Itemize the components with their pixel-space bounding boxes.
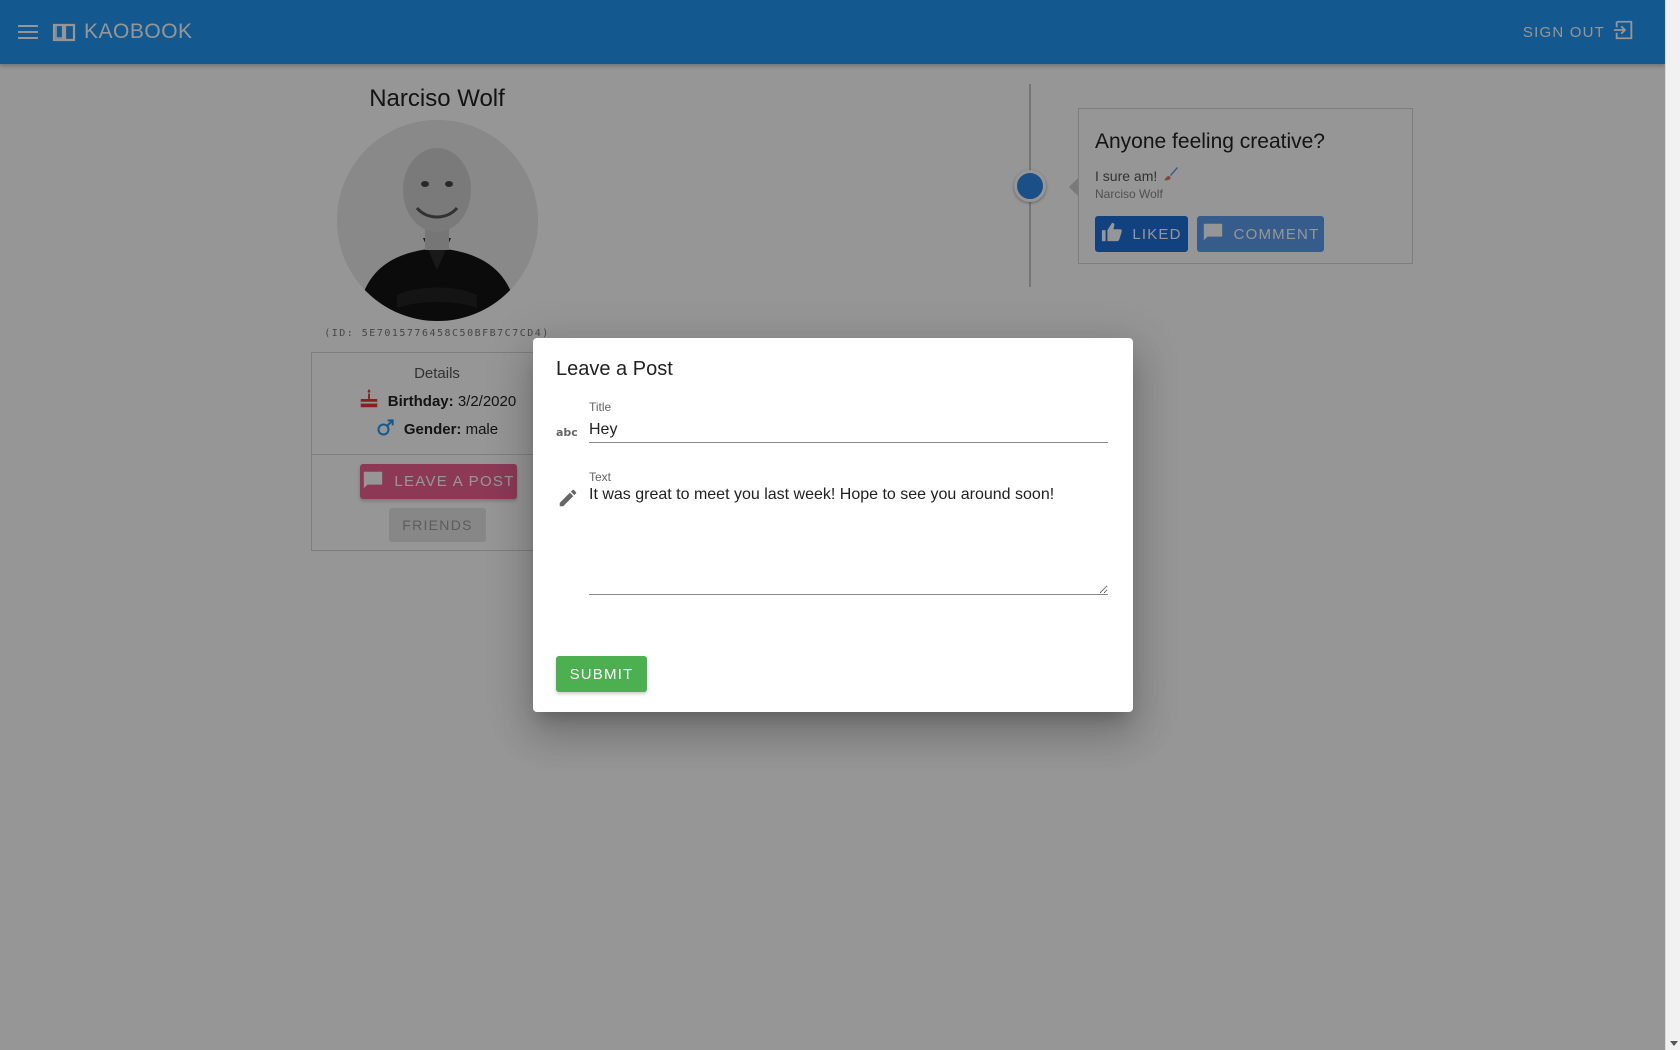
title-field-label: Title	[589, 400, 612, 414]
text-field-label: Text	[589, 470, 612, 484]
svg-text:abc: abc	[556, 426, 578, 439]
pencil-icon	[556, 486, 580, 510]
submit-button[interactable]: SUBMIT	[556, 656, 647, 692]
dialog-title: Leave a Post	[556, 358, 673, 380]
abc-icon: abc	[556, 420, 580, 444]
page-scrollbar[interactable]	[1665, 0, 1680, 1050]
scroll-down-arrow-icon[interactable]	[1670, 1041, 1678, 1046]
leave-a-post-dialog: Leave a Post abc Title Text It was great…	[533, 338, 1133, 712]
title-input[interactable]	[589, 417, 1108, 443]
text-area[interactable]: It was great to meet you last week! Hope…	[589, 485, 1108, 595]
